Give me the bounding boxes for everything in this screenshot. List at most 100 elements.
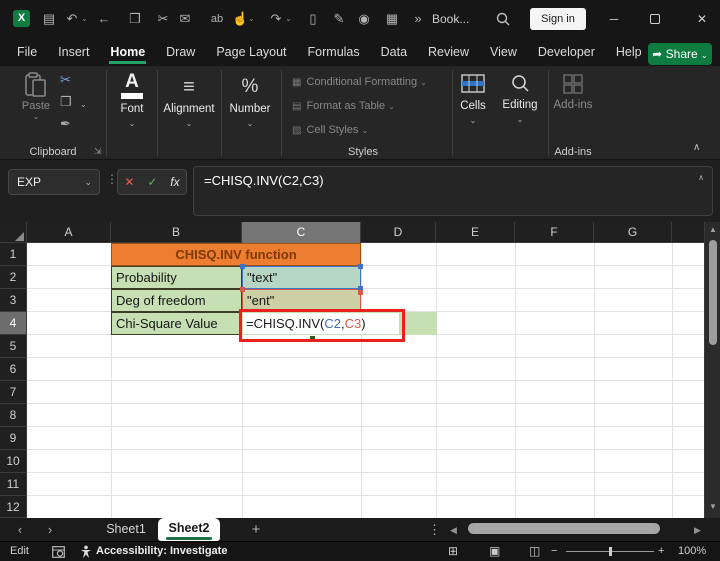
copy-button[interactable]: ❐ xyxy=(60,94,72,110)
undo-icon[interactable]: ↶ xyxy=(64,0,80,38)
column-header-a[interactable]: A xyxy=(27,222,111,243)
hscroll-left-icon[interactable]: ◀ xyxy=(450,525,457,536)
sheet-options-dots-icon[interactable]: ⋮ xyxy=(428,518,441,541)
paste-button[interactable]: Paste ⌄ xyxy=(16,72,56,136)
row-header-11[interactable]: 11 xyxy=(0,473,27,496)
copy-icon[interactable]: ❐ xyxy=(127,0,143,38)
macro-record-icon[interactable] xyxy=(52,546,65,558)
alignment-group-button[interactable]: ≡ Alignment ⌄ xyxy=(160,72,218,128)
column-header-f[interactable]: F xyxy=(515,222,594,243)
tab-insert[interactable]: Insert xyxy=(57,40,90,64)
row-header-4[interactable]: 4 xyxy=(0,312,27,335)
row-header-6[interactable]: 6 xyxy=(0,358,27,381)
row-header-12[interactable]: 12 xyxy=(0,496,27,518)
tab-formulas[interactable]: Formulas xyxy=(307,40,361,64)
addins-group-button[interactable]: Add-ins xyxy=(552,72,594,111)
sign-in-button[interactable]: Sign in xyxy=(530,8,586,30)
cell-b3-label[interactable]: Deg of freedom xyxy=(111,289,242,312)
tab-view[interactable]: View xyxy=(489,40,518,64)
column-header-d[interactable]: D xyxy=(361,222,436,243)
column-header-b[interactable]: B xyxy=(111,222,242,243)
zoom-slider-thumb[interactable] xyxy=(609,547,612,556)
redo-chevron-icon[interactable]: ⌄ xyxy=(285,0,292,38)
tab-review[interactable]: Review xyxy=(427,40,470,64)
number-group-button[interactable]: % Number ⌄ xyxy=(224,72,276,128)
range-handle-red[interactable] xyxy=(240,287,245,292)
next-sheet-icon[interactable]: › xyxy=(42,518,58,541)
prev-sheet-icon[interactable]: ‹ xyxy=(12,518,28,541)
hscroll-right-icon[interactable]: ▶ xyxy=(694,525,701,536)
back-icon[interactable]: ← xyxy=(96,0,112,38)
enter-button[interactable]: ✓ xyxy=(147,175,157,189)
tab-draw[interactable]: Draw xyxy=(165,40,196,64)
insert-function-button[interactable]: fx xyxy=(170,175,179,189)
undo-chevron-icon[interactable]: ⌄ xyxy=(81,0,88,38)
range-handle-blue[interactable] xyxy=(240,264,245,269)
clipboard-dialog-launcher-icon[interactable]: ⇲ xyxy=(94,146,102,157)
cell-styles-button[interactable]: ▧ Cell Styles ⌄ xyxy=(292,124,368,137)
zoom-level[interactable]: 100% xyxy=(678,542,706,561)
add-sheet-button[interactable]: + xyxy=(248,518,264,541)
horizontal-scrollbar-thumb[interactable] xyxy=(468,523,660,534)
conditional-formatting-button[interactable]: ▦ Conditional Formatting ⌄ xyxy=(292,76,427,89)
lookup-icon[interactable]: ▦ xyxy=(384,0,400,38)
collapse-ribbon-icon[interactable]: ∧ xyxy=(693,142,700,153)
name-box[interactable]: EXP ⌄ xyxy=(8,169,100,195)
column-header-g[interactable]: G xyxy=(594,222,672,243)
cell-b2-label[interactable]: Probability xyxy=(111,266,242,289)
row-header-1[interactable]: 1 xyxy=(0,243,27,266)
tab-developer[interactable]: Developer xyxy=(537,40,596,64)
tab-data[interactable]: Data xyxy=(380,40,408,64)
row-header-2[interactable]: 2 xyxy=(0,266,27,289)
range-handle-red[interactable] xyxy=(358,290,363,295)
zoom-in-button[interactable]: + xyxy=(658,542,664,561)
spreadsheet-grid[interactable]: CHISQ.INV function Probability Deg of fr… xyxy=(27,243,704,518)
row-header-10[interactable]: 10 xyxy=(0,450,27,473)
accessibility-status[interactable]: Accessibility: Investigate xyxy=(96,542,227,561)
tab-page-layout[interactable]: Page Layout xyxy=(215,40,287,64)
tab-help[interactable]: Help xyxy=(615,40,643,64)
column-header-c[interactable]: C xyxy=(242,222,361,243)
cut-icon[interactable]: ✂ xyxy=(155,0,171,38)
redo-icon[interactable]: ↷ xyxy=(268,0,284,38)
vertical-scrollbar[interactable]: ▲ ▼ xyxy=(704,222,720,518)
find-replace-icon[interactable]: ab xyxy=(208,0,226,38)
column-header-e[interactable]: E xyxy=(436,222,515,243)
mail-icon[interactable]: ✉ xyxy=(177,0,193,38)
format-icon[interactable]: ✎ xyxy=(331,0,347,38)
accessibility-icon[interactable] xyxy=(80,545,92,559)
range-handle-blue[interactable] xyxy=(358,264,363,269)
sheet-tab-sheet1[interactable]: Sheet1 xyxy=(100,518,152,541)
cancel-button[interactable]: ✕ xyxy=(124,175,134,189)
format-as-table-button[interactable]: ▤ Format as Table ⌄ xyxy=(292,100,395,113)
row-header-9[interactable]: 9 xyxy=(0,427,27,450)
tab-file[interactable]: File xyxy=(16,40,38,64)
minimize-button[interactable]: ─ xyxy=(604,0,624,38)
editing-group-button[interactable]: Editing ⌄ xyxy=(498,72,542,124)
tab-home[interactable]: Home xyxy=(109,40,147,64)
share-button[interactable]: ➦ Share ⌄ xyxy=(648,43,712,65)
scroll-up-icon[interactable]: ▲ xyxy=(705,225,720,234)
page-break-view-icon[interactable]: ◫ xyxy=(529,542,540,561)
touch-mode-icon[interactable]: ☝ xyxy=(232,0,248,38)
vertical-scrollbar-thumb[interactable] xyxy=(709,240,717,345)
close-button[interactable]: ✕ xyxy=(692,0,712,38)
search-icon[interactable] xyxy=(496,12,510,26)
normal-view-icon[interactable]: ⊞ xyxy=(448,542,458,561)
touch-mode-chevron-icon[interactable]: ⌄ xyxy=(248,0,255,38)
row-header-7[interactable]: 7 xyxy=(0,381,27,404)
qat-overflow-icon[interactable]: » xyxy=(410,0,426,38)
cut-button[interactable]: ✂ xyxy=(60,72,71,88)
zoom-out-button[interactable]: − xyxy=(551,542,557,561)
cell-b1-table-title[interactable]: CHISQ.INV function xyxy=(111,243,361,266)
save-icon[interactable]: ▤ xyxy=(41,0,57,38)
format-painter-button[interactable]: ✒ xyxy=(60,116,71,132)
cell-b4-label[interactable]: Chi-Square Value xyxy=(111,312,242,335)
row-header-3[interactable]: 3 xyxy=(0,289,27,312)
formula-input[interactable]: =CHISQ.INV(C2,C3) ∧ xyxy=(193,166,713,216)
page-layout-view-icon[interactable]: ▣ xyxy=(489,542,500,561)
camera-icon[interactable]: ◉ xyxy=(356,0,372,38)
row-header-5[interactable]: 5 xyxy=(0,335,27,358)
select-all-button[interactable] xyxy=(0,222,27,243)
font-group-button[interactable]: A Font ⌄ xyxy=(112,72,152,129)
